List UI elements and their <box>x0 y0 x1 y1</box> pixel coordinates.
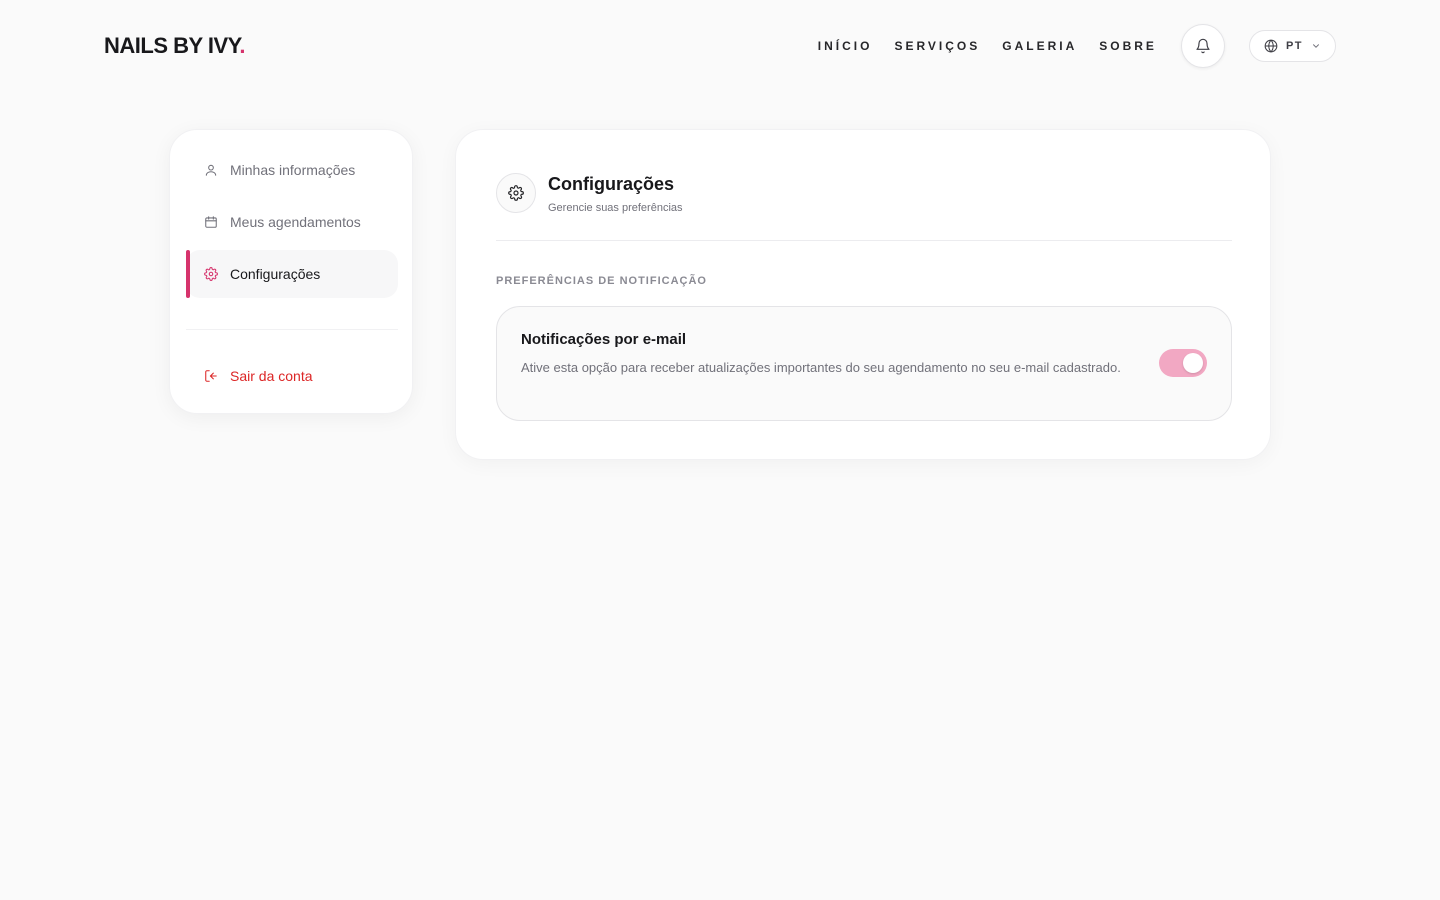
nav-link-inicio[interactable]: INÍCIO <box>818 39 873 53</box>
user-icon <box>204 163 218 177</box>
email-notifications-preference: Notificações por e-mail Ative esta opção… <box>496 306 1232 421</box>
nav-link-servicos[interactable]: SERVIÇOS <box>894 39 980 53</box>
toggle-knob <box>1183 353 1203 373</box>
nav-link-galeria[interactable]: GALERIA <box>1002 39 1077 53</box>
sidebar-item-settings[interactable]: Configurações <box>186 250 398 298</box>
brand-name: NAILS BY IVY <box>104 33 240 58</box>
logout-icon <box>204 369 218 383</box>
notifications-button[interactable] <box>1180 24 1225 68</box>
main-nav: INÍCIO SERVIÇOS GALERIA SOBRE PT <box>818 24 1336 68</box>
brand-logo[interactable]: NAILS BY IVY. <box>104 33 246 59</box>
language-selector[interactable]: PT <box>1248 30 1336 62</box>
sidebar-item-label: Meus agendamentos <box>230 214 361 230</box>
sidebar-item-label: Configurações <box>230 266 321 282</box>
site-header: NAILS BY IVY. INÍCIO SERVIÇOS GALERIA SO… <box>0 0 1440 92</box>
chevron-down-icon <box>1313 44 1319 48</box>
settings-title-icon <box>496 173 536 213</box>
calendar-icon <box>204 215 218 229</box>
brand-dot: . <box>239 33 246 58</box>
preference-title: Notificações por e-mail <box>521 331 687 348</box>
email-notifications-toggle[interactable] <box>1159 349 1207 377</box>
logout-label: Sair da conta <box>230 368 313 384</box>
sidebar-item-label: Minhas informações <box>230 162 356 178</box>
sidebar-item-my-info[interactable]: Minhas informações <box>186 146 398 194</box>
settings-card: Configurações Gerencie suas preferências… <box>455 129 1271 460</box>
sidebar-item-my-appointments[interactable]: Meus agendamentos <box>186 198 398 246</box>
bell-icon <box>1196 38 1210 54</box>
account-sidebar: Minhas informações Meus agendamentos Con… <box>169 129 413 414</box>
nav-link-sobre[interactable]: SOBRE <box>1099 39 1157 53</box>
language-code: PT <box>1285 40 1303 52</box>
gear-icon <box>508 185 524 201</box>
page-subtitle: Gerencie suas preferências <box>548 202 683 214</box>
logout-button[interactable]: Sair da conta <box>186 352 398 400</box>
globe-icon <box>1264 39 1278 53</box>
sidebar-divider <box>186 329 398 330</box>
page-title: Configurações <box>548 174 675 194</box>
section-label-notifications: PREFERÊNCIAS DE NOTIFICAÇÃO <box>496 275 707 287</box>
gear-icon <box>204 267 218 281</box>
preference-description: Ative esta opção para receber atualizaçõ… <box>521 360 1121 375</box>
title-divider <box>496 240 1232 241</box>
